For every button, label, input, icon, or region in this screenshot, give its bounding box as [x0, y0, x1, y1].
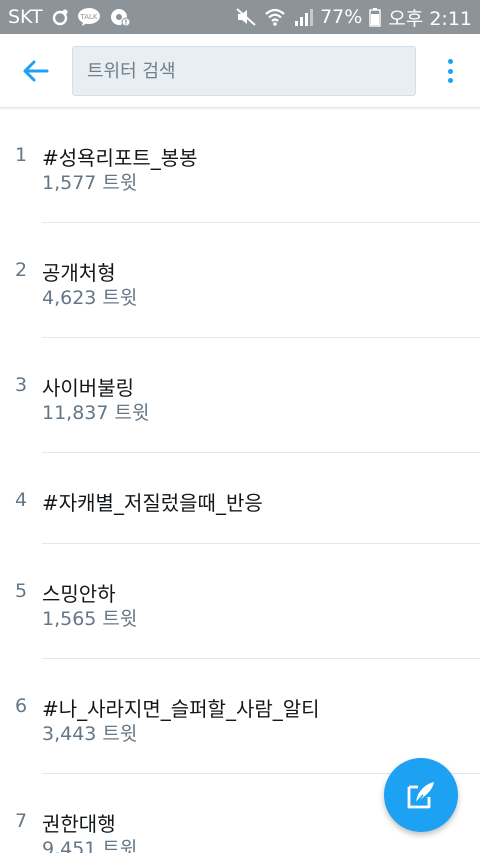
back-button[interactable] [18, 54, 54, 88]
more-options-button[interactable] [436, 56, 464, 86]
settings-alert-icon [109, 7, 131, 27]
status-bar: SKT TALK 77% 오후 2:11 [0, 0, 480, 34]
trend-item[interactable]: 6 #나_사라지면_슬퍼할_사람_알티 3,443 트윗 [0, 659, 480, 774]
trend-item[interactable]: 4 #자캐별_저질렀을때_반응 [0, 453, 480, 544]
trend-rank: 7 [15, 810, 28, 832]
trend-list: 1 #성욕리포트_봉봉 1,577 트윗 2 공개처형 4,623 트윗 3 사… [0, 108, 480, 853]
trend-item[interactable]: 5 스밍안하 1,565 트윗 [0, 544, 480, 659]
trend-tweet-count: 9,451 트윗 [42, 838, 138, 853]
trend-name: #자캐별_저질렀을때_반응 [42, 491, 263, 515]
trend-tweet-count: 1,577 트윗 [42, 172, 138, 194]
trend-rank: 2 [15, 259, 28, 281]
more-dot [447, 68, 453, 74]
notification-ring-icon [51, 8, 69, 26]
carrier-label: SKT [8, 6, 43, 28]
signal-icon [293, 7, 314, 27]
trend-rank: 6 [15, 695, 28, 717]
trend-name: 스밍안하 [42, 582, 116, 606]
trend-name: 공개처형 [42, 261, 116, 285]
search-input[interactable] [72, 46, 416, 96]
trend-rank: 4 [15, 489, 28, 511]
kakaotalk-icon: TALK [77, 7, 101, 27]
trend-item[interactable]: 3 사이버불링 11,837 트윗 [0, 338, 480, 453]
app-bar [0, 34, 480, 108]
trend-rank: 5 [15, 580, 28, 602]
trend-tweet-count: 11,837 트윗 [42, 402, 150, 424]
trend-item[interactable]: 2 공개처형 4,623 트윗 [0, 223, 480, 338]
trend-rank: 1 [15, 144, 28, 166]
compose-tweet-button[interactable] [384, 758, 458, 832]
trend-name: #성욕리포트_봉봉 [42, 146, 198, 170]
wifi-icon [264, 7, 286, 27]
more-vertical-icon [447, 59, 453, 64]
arrow-left-icon [23, 60, 49, 82]
compose-tweet-icon [407, 782, 434, 809]
trend-tweet-count: 4,623 트윗 [42, 287, 138, 309]
trend-rank: 3 [15, 374, 28, 396]
battery-icon [369, 7, 382, 27]
trend-name: 사이버불링 [42, 376, 134, 400]
trend-name: #나_사라지면_슬퍼할_사람_알티 [42, 697, 320, 721]
clock: 오후 2:11 [388, 7, 472, 30]
trend-name: 권한대행 [42, 812, 116, 836]
trend-item[interactable]: 1 #성욕리포트_봉봉 1,577 트윗 [0, 108, 480, 223]
mute-icon [235, 7, 257, 27]
trend-tweet-count: 3,443 트윗 [42, 723, 138, 745]
more-dot [447, 78, 453, 83]
battery-percent: 77% [320, 6, 363, 28]
svg-text:TALK: TALK [79, 13, 97, 21]
trend-tweet-count: 1,565 트윗 [42, 608, 138, 630]
